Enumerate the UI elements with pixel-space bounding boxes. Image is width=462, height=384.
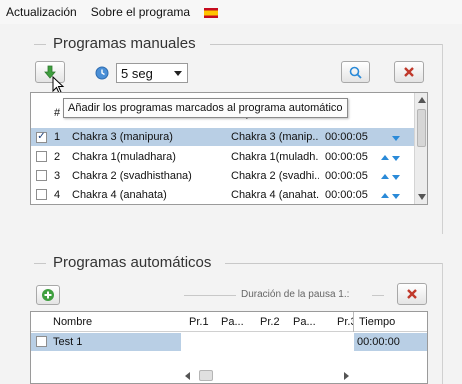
move-up-icon[interactable] xyxy=(381,174,389,179)
menu-actualizacion[interactable]: Actualización xyxy=(6,5,77,19)
menu-sobre-el-programa[interactable]: Sobre el programa xyxy=(91,5,190,19)
table-row[interactable]: ✓ 1 Chakra 3 (manipura) Chakra 3 (manip.… xyxy=(31,128,414,146)
move-down-icon[interactable] xyxy=(392,156,400,161)
move-down-icon[interactable] xyxy=(392,194,400,199)
move-up-icon[interactable] xyxy=(381,155,389,160)
search-button[interactable] xyxy=(341,61,370,83)
group-border-right xyxy=(442,44,443,234)
delete-auto-button[interactable] xyxy=(397,283,427,305)
column-header-nombre: Nombre xyxy=(53,316,93,328)
row-name: Test 1 xyxy=(53,336,83,348)
scroll-down-icon[interactable] xyxy=(418,194,426,200)
column-header-pa2: Pa... xyxy=(293,316,316,328)
search-icon xyxy=(349,66,362,79)
row-device: Chakra 1(muladh... xyxy=(231,151,319,163)
column-header-tiempo: Tiempo xyxy=(359,316,396,328)
row-name: Chakra 3 (manipura) xyxy=(72,131,173,143)
group-rule-left xyxy=(34,263,46,264)
row-number: 1 xyxy=(54,131,61,143)
row-checkbox[interactable] xyxy=(36,170,47,181)
auto-group-title: Programas automáticos xyxy=(53,254,212,271)
column-header-pr1: Pr.1 xyxy=(189,316,209,328)
row-checkbox[interactable] xyxy=(36,151,47,162)
scroll-up-icon[interactable] xyxy=(418,97,426,103)
add-auto-program-button[interactable] xyxy=(36,285,60,305)
row-checkbox[interactable]: ✓ xyxy=(36,131,47,143)
pause-duration-label: Duración de la pausa 1.: xyxy=(241,289,350,300)
row-name: Chakra 2 (svadhisthana) xyxy=(72,170,192,182)
add-programs-tooltip: Añadir los programas marcados al program… xyxy=(63,98,348,118)
pause-rule-left xyxy=(184,295,236,296)
auto-grid-hscrollbar[interactable] xyxy=(181,368,353,383)
scroll-right-icon[interactable] xyxy=(344,372,349,380)
column-header-pr3: Pr.3 xyxy=(337,316,353,328)
plus-icon xyxy=(42,289,54,301)
move-up-icon[interactable] xyxy=(381,193,389,198)
pause-rule-right xyxy=(372,295,384,296)
row-device: Chakra 3 (manip... xyxy=(231,131,319,143)
row-device: Chakra 2 (svadhi... xyxy=(231,170,319,182)
move-down-icon[interactable] xyxy=(392,175,400,180)
table-row[interactable]: 3 Chakra 2 (svadhisthana) Chakra 2 (svad… xyxy=(31,167,414,185)
hscrollbar-thumb[interactable] xyxy=(199,370,213,381)
interval-select[interactable]: 5 seg xyxy=(116,63,188,83)
row-device: Chakra 4 (anahat... xyxy=(231,189,319,201)
interval-value: 5 seg xyxy=(121,65,153,81)
row-number: 2 xyxy=(54,151,61,163)
move-down-icon[interactable] xyxy=(392,136,400,141)
group-border-right xyxy=(442,263,443,384)
group-rule-right xyxy=(210,44,442,45)
column-header-pa1: Pa... xyxy=(221,316,244,328)
table-row[interactable]: 4 Chakra 4 (anahata) Chakra 4 (anahat...… xyxy=(31,186,414,204)
table-row[interactable]: Test 1 00:00:00 xyxy=(31,333,427,351)
row-name: Chakra 1(muladhara) xyxy=(72,151,176,163)
group-rule-right xyxy=(225,263,442,264)
manual-group-title: Programas manuales xyxy=(53,35,196,52)
group-rule-left xyxy=(34,44,46,45)
row-number: 3 xyxy=(54,170,61,182)
scrollbar-thumb[interactable] xyxy=(417,109,426,147)
menu-bar: Actualización Sobre el programa xyxy=(0,0,462,24)
auto-programs-grid: Nombre Pr.1 Pa... Pr.2 Pa... Pr.3 Tiempo… xyxy=(30,311,428,384)
row-time: 00:00:05 xyxy=(325,170,368,182)
column-header-num: # xyxy=(54,107,61,119)
chevron-down-icon xyxy=(174,70,182,76)
row-time: 00:00:05 xyxy=(325,131,368,143)
column-divider xyxy=(353,312,354,332)
row-checkbox[interactable] xyxy=(36,336,47,347)
table-row[interactable]: 2 Chakra 1(muladhara) Chakra 1(muladh...… xyxy=(31,148,414,166)
column-header-pr2: Pr.2 xyxy=(260,316,280,328)
manual-grid-scrollbar[interactable] xyxy=(414,93,427,204)
close-icon xyxy=(407,289,417,299)
spain-flag-icon[interactable] xyxy=(204,8,219,18)
row-time: 00:00:05 xyxy=(325,151,368,163)
scroll-left-icon[interactable] xyxy=(185,372,190,380)
close-icon xyxy=(404,67,414,77)
row-time: 00:00:00 xyxy=(357,336,400,348)
row-checkbox[interactable] xyxy=(36,189,47,200)
row-number: 4 xyxy=(54,189,61,201)
clock-icon xyxy=(95,66,109,80)
delete-manual-button[interactable] xyxy=(394,61,424,83)
auto-grid-header: Nombre Pr.1 Pa... Pr.2 Pa... Pr.3 Tiempo xyxy=(31,312,427,332)
row-time: 00:00:05 xyxy=(325,189,368,201)
row-name: Chakra 4 (anahata) xyxy=(72,189,167,201)
